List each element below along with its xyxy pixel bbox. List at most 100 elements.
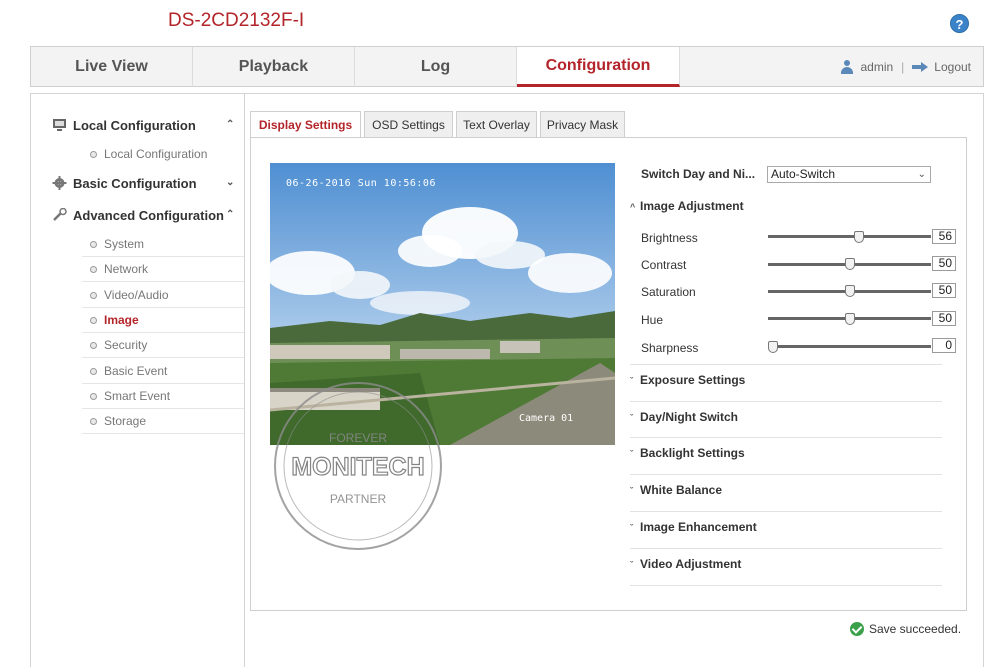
contrast-slider-handle[interactable] <box>844 258 855 270</box>
section-backlight-settings[interactable]: ˇ Backlight Settings <box>630 446 745 460</box>
contrast-value[interactable]: 50 <box>932 256 956 271</box>
sidebar-item-label: Smart Event <box>104 389 171 403</box>
caret-down-icon: ˇ <box>630 523 633 533</box>
sharpness-slider[interactable] <box>768 345 931 348</box>
sidebar-item-local-configuration[interactable]: Local Configuration <box>82 142 244 167</box>
section-exposure-settings[interactable]: ˇ Exposure Settings <box>630 373 745 387</box>
username[interactable]: admin <box>860 60 893 74</box>
logout-icon[interactable] <box>912 61 929 72</box>
hue-value[interactable]: 50 <box>932 311 956 326</box>
sidebar-item-label: Local Configuration <box>104 147 208 161</box>
section-white-balance[interactable]: ˇ White Balance <box>630 483 722 497</box>
bullet-icon <box>90 241 97 248</box>
brightness-value[interactable]: 56 <box>932 229 956 244</box>
section-video-adjustment[interactable]: ˇ Video Adjustment <box>630 557 741 571</box>
section-image-enhancement[interactable]: ˇ Image Enhancement <box>630 520 757 534</box>
divider <box>630 548 942 549</box>
day-night-switch-select[interactable]: Auto-Switch ⌄ <box>767 166 931 183</box>
sidebar-group-label: Advanced Configuration <box>73 208 224 223</box>
sharpness-value[interactable]: 0 <box>932 338 956 353</box>
caret-down-icon: ˇ <box>630 449 633 459</box>
caret-down-icon: ˇ <box>630 486 633 496</box>
sidebar-item-label: Image <box>104 313 139 327</box>
device-model-title: DS-2CD2132F-I <box>168 10 305 31</box>
divider <box>630 364 942 365</box>
sidebar-item-network[interactable]: Network <box>82 257 244 282</box>
saturation-label: Saturation <box>641 285 696 299</box>
caret-down-icon: ˇ <box>630 560 633 570</box>
section-day-night-switch[interactable]: ˇ Day/Night Switch <box>630 410 738 424</box>
check-circle-icon <box>850 622 864 636</box>
osd-timestamp: 06-26-2016 Sun 10:56:06 <box>286 178 436 189</box>
sidebar-item-label: Basic Event <box>104 364 168 378</box>
bullet-icon <box>90 368 97 375</box>
sidebar-item-label: Storage <box>104 414 147 428</box>
top-navigation: Live View Playback Log Configuration adm… <box>30 46 984 87</box>
sidebar-item-smart-event[interactable]: Smart Event <box>82 384 244 409</box>
tab-log[interactable]: Log <box>355 47 517 87</box>
save-status: Save succeeded. <box>850 622 961 636</box>
hue-slider-handle[interactable] <box>844 313 855 325</box>
sidebar-item-basic-event[interactable]: Basic Event <box>82 359 244 384</box>
brightness-slider[interactable] <box>768 235 931 238</box>
logout-link[interactable]: Logout <box>934 60 971 74</box>
tab-text-overlay[interactable]: Text Overlay <box>456 111 537 138</box>
tab-display-settings[interactable]: Display Settings <box>250 111 361 138</box>
osd-camera-name: Camera 01 <box>519 413 574 424</box>
tab-playback[interactable]: Playback <box>193 47 355 87</box>
section-label: Image Enhancement <box>640 520 757 534</box>
svg-text:FOREVER: FOREVER <box>329 431 387 445</box>
section-label: Exposure Settings <box>640 373 746 387</box>
monitor-icon <box>53 119 66 131</box>
user-icon <box>840 59 854 74</box>
sidebar-item-label: Network <box>104 262 149 276</box>
section-label: Image Adjustment <box>640 199 744 213</box>
sidebar-item-label: Video/Audio <box>104 288 169 302</box>
section-label: White Balance <box>640 483 723 497</box>
help-icon[interactable]: ? <box>950 14 969 33</box>
sidebar-group-advanced[interactable]: Advanced Configuration ⌃ <box>52 208 234 223</box>
day-night-switch-label: Switch Day and Ni... <box>641 167 756 181</box>
divider <box>630 401 942 402</box>
section-label: Video Adjustment <box>640 557 742 571</box>
chevron-down-icon[interactable]: ⌄ <box>226 177 234 188</box>
brightness-slider-handle[interactable] <box>853 231 864 243</box>
sidebar-item-system[interactable]: System <box>82 232 244 257</box>
saturation-slider-handle[interactable] <box>844 285 855 297</box>
sidebar-group-local[interactable]: Local Configuration ⌃ <box>52 118 234 133</box>
sidebar-group-basic[interactable]: Basic Configuration ⌄ <box>52 176 234 191</box>
user-area: admin | Logout <box>840 59 971 74</box>
sharpness-slider-handle[interactable] <box>768 341 778 353</box>
wrench-icon <box>53 208 67 221</box>
divider <box>630 511 942 512</box>
tab-live-view[interactable]: Live View <box>31 47 193 87</box>
bullet-icon <box>90 393 97 400</box>
svg-text:MONITECH: MONITECH <box>291 453 424 481</box>
divider: | <box>901 59 905 74</box>
sidebar-item-storage[interactable]: Storage <box>82 409 244 434</box>
divider <box>630 437 942 438</box>
sidebar-item-video-audio[interactable]: Video/Audio <box>82 283 244 308</box>
sidebar-group-label: Local Configuration <box>73 118 196 133</box>
tab-configuration[interactable]: Configuration <box>517 47 680 87</box>
chevron-up-icon[interactable]: ⌃ <box>226 209 234 220</box>
tab-privacy-mask[interactable]: Privacy Mask <box>540 111 625 138</box>
save-status-text: Save succeeded. <box>869 622 962 636</box>
section-label: Backlight Settings <box>640 446 745 460</box>
monitech-watermark-logo: FOREVER MONITECH PARTNER <box>274 382 442 550</box>
bullet-icon <box>90 151 97 158</box>
sharpness-label: Sharpness <box>641 341 699 355</box>
contrast-label: Contrast <box>641 258 687 272</box>
caret-down-icon: ˇ <box>630 376 633 386</box>
saturation-value[interactable]: 50 <box>932 283 956 298</box>
sidebar-item-image[interactable]: Image <box>82 308 244 333</box>
svg-text:PARTNER: PARTNER <box>330 492 387 506</box>
bullet-icon <box>90 292 97 299</box>
bullet-icon <box>90 317 97 324</box>
divider <box>630 474 942 475</box>
caret-down-icon: ˇ <box>630 413 633 423</box>
sidebar-item-security[interactable]: Security <box>82 333 244 358</box>
section-image-adjustment[interactable]: ^ Image Adjustment <box>630 199 744 213</box>
chevron-up-icon[interactable]: ⌃ <box>226 119 234 130</box>
tab-osd-settings[interactable]: OSD Settings <box>364 111 453 138</box>
